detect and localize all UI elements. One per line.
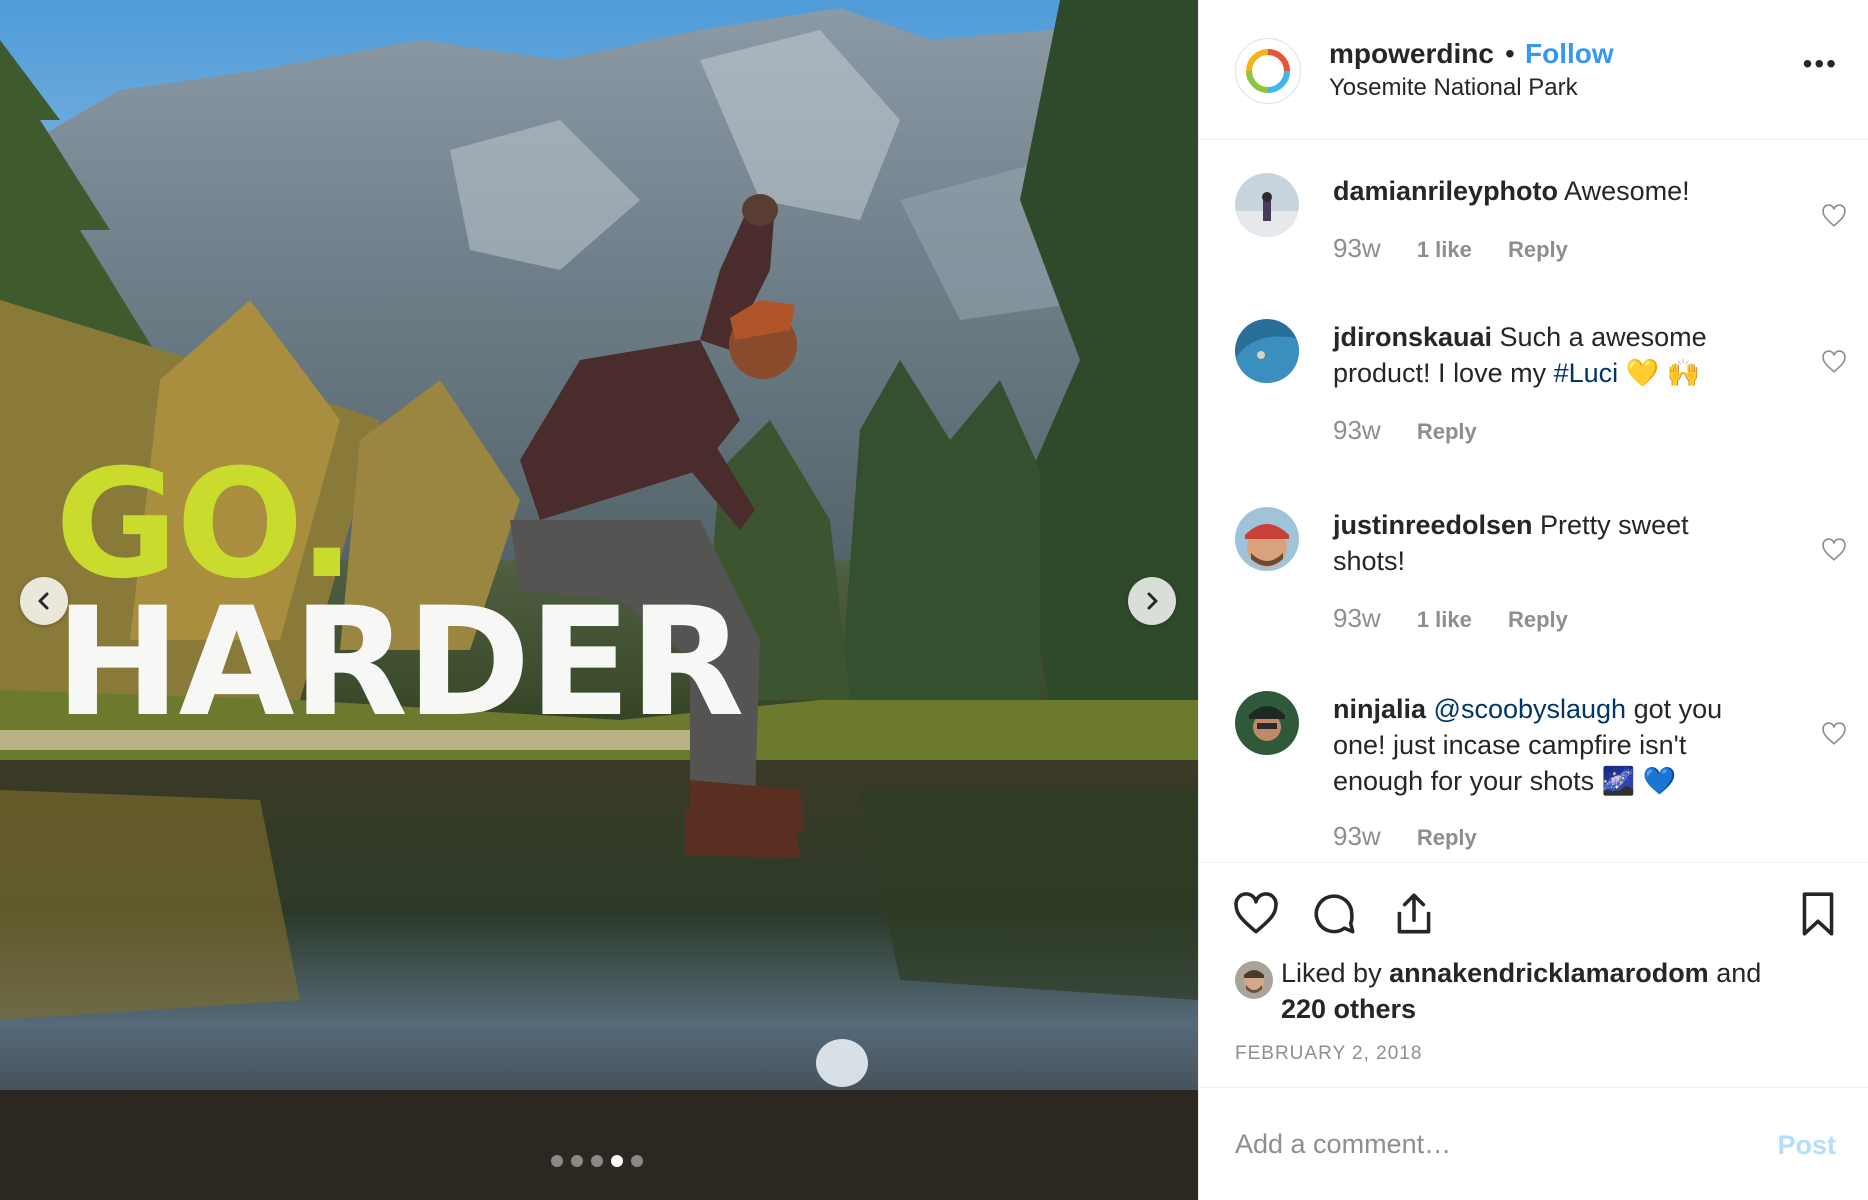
comment-mention[interactable]: @scoobyslaugh [1434,694,1627,724]
comment-text: ninjalia @scoobyslaugh got you one! just… [1333,691,1753,799]
comment-reply-button[interactable]: Reply [1417,419,1477,444]
likes-prefix: Liked by [1281,958,1390,988]
heart-icon[interactable] [1231,889,1281,939]
carousel-indicator [551,1155,643,1167]
post-comment-button[interactable]: Post [1777,1130,1836,1161]
carousel-dot [571,1155,583,1167]
comment-item: ninjalia @scoobyslaugh got you one! just… [1235,691,1846,862]
post-date[interactable]: FEBRUARY 2, 2018 [1235,1043,1422,1065]
carousel-dot-active [611,1155,623,1167]
comment-heart-icon[interactable] [1821,721,1847,747]
account-username[interactable]: mpowerdinc [1329,38,1494,70]
likes-others-count[interactable]: 220 others [1281,994,1416,1024]
comments-list[interactable]: damianrileyphoto Awesome! 93w 1 like Rep… [1199,141,1868,862]
comment-timestamp[interactable]: 93w [1333,821,1381,851]
comment-username[interactable]: jdironskauai [1333,322,1492,352]
comment-timestamp[interactable]: 93w [1333,603,1381,633]
comment-meta: 93w 1 like Reply [1333,603,1598,634]
comment-reply-button[interactable]: Reply [1508,237,1568,262]
avatar-photo [1235,691,1299,755]
separator-dot: • [1505,38,1515,69]
comment-content: Awesome! [1558,176,1690,206]
comment-username[interactable]: damianrileyphoto [1333,176,1558,206]
add-comment-bar: Post [1199,1087,1868,1200]
comment-heart-icon[interactable] [1821,203,1847,229]
comment-item: jdironskauai Such a awesome product! I l… [1235,269,1846,445]
comment-reply-button[interactable]: Reply [1417,825,1477,850]
carousel-dot [591,1155,603,1167]
post-header: mpowerdinc • Follow Yosemite National Pa… [1199,0,1868,140]
comment-bubble-icon[interactable] [1309,889,1359,939]
likes-middle: and [1708,958,1762,988]
avatar-photo [1235,319,1299,383]
post-sidebar: mpowerdinc • Follow Yosemite National Pa… [1198,0,1868,1200]
carousel-next-button[interactable] [1128,577,1176,625]
comment-meta: 93w Reply [1333,821,1507,852]
comment-meta: 93w 1 like Reply [1333,233,1598,264]
liker-username[interactable]: annakendricklamarodom [1389,958,1709,988]
comment-item: justinreedolsen Pretty sweet shots! 93w … [1235,507,1846,647]
bookmark-icon[interactable] [1793,889,1843,939]
share-icon[interactable] [1389,889,1439,939]
avatar-photo [1235,961,1273,999]
avatar-photo [1235,507,1299,571]
carousel-prev-button[interactable] [20,577,68,625]
comment-spacer [1426,694,1434,724]
comment-text: justinreedolsen Pretty sweet shots! [1333,507,1753,579]
comment-meta: 93w Reply [1333,415,1507,446]
likes-text: Liked by annakendricklamarodom and 220 ot… [1281,955,1841,1027]
chevron-left-icon [38,592,49,610]
comment-timestamp[interactable]: 93w [1333,415,1381,445]
comment-reply-button[interactable]: Reply [1508,607,1568,632]
commenter-avatar[interactable] [1235,691,1299,755]
commenter-avatar[interactable] [1235,319,1299,383]
comment-heart-icon[interactable] [1821,349,1847,375]
avatar-photo [1235,173,1299,237]
carousel-dot [631,1155,643,1167]
comment-text: jdironskauai Such a awesome product! I l… [1333,319,1753,391]
account-avatar[interactable] [1235,38,1301,104]
brand-ring-logo [1246,49,1290,93]
commenter-avatar[interactable] [1235,173,1299,237]
comment-likes-count[interactable]: 1 like [1417,607,1472,632]
post-actions: Liked by annakendricklamarodom and 220 ot… [1199,862,1868,1087]
post-location[interactable]: Yosemite National Park [1329,74,1578,102]
comment-emoji: 💛 🙌 [1618,358,1701,388]
comment-hashtag[interactable]: #Luci [1554,358,1619,388]
chevron-right-icon [1147,592,1158,610]
comment-heart-icon[interactable] [1821,537,1847,563]
carousel-dot [551,1155,563,1167]
follow-button[interactable]: Follow [1525,38,1614,70]
comment-username[interactable]: justinreedolsen [1333,510,1533,540]
headline-line-2: HARDER [55,576,745,750]
post-photo[interactable]: GO. HARDER [0,0,1198,1200]
comment-text: damianrileyphoto Awesome! [1333,173,1753,209]
post-headline: GO. HARDER [55,450,745,750]
liker-avatar[interactable] [1235,961,1273,999]
comment-timestamp[interactable]: 93w [1333,233,1381,263]
comment-input[interactable] [1235,1124,1715,1164]
comment-username[interactable]: ninjalia [1333,694,1426,724]
comment-likes-count[interactable]: 1 like [1417,237,1472,262]
more-options-icon[interactable]: ••• [1803,48,1838,80]
commenter-avatar[interactable] [1235,507,1299,571]
